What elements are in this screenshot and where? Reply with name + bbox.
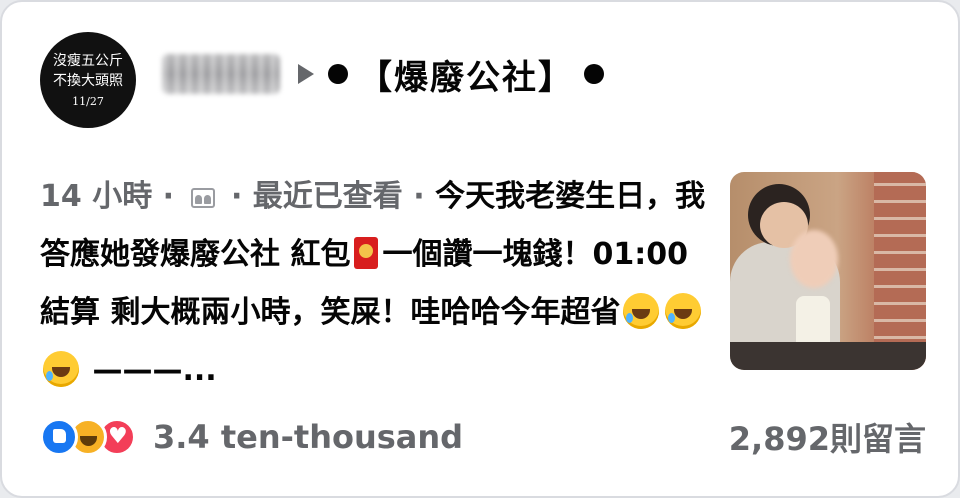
- photo-table: [730, 342, 926, 370]
- dot-left: [328, 64, 348, 84]
- like-icon: [40, 418, 78, 456]
- post-header: 【爆廢公社】: [162, 48, 604, 100]
- comment-count[interactable]: 2,892則留言: [729, 414, 926, 460]
- post-body-truncated[interactable]: ———...: [82, 353, 216, 388]
- post-card: 沒瘦五公斤 不換大頭照 11/27 【爆廢公社】 14 小時 · · 最近已查看…: [0, 0, 960, 498]
- meta-separator: ·: [220, 179, 253, 214]
- meta-separator: ·: [402, 179, 436, 214]
- red-envelope-icon: [354, 237, 379, 269]
- post-timestamp[interactable]: 14 小時: [40, 179, 152, 214]
- reaction-icons[interactable]: [40, 418, 136, 456]
- rolling-on-floor-laughing-icon: [623, 293, 660, 329]
- friends-icon: [190, 188, 215, 208]
- blurred-author-name[interactable]: [162, 54, 280, 94]
- avatar-text-date: 11/27: [72, 94, 104, 108]
- post-text: 14 小時 · · 最近已查看 · 今天我老婆生日，我答應她發爆廢公社 紅包 一個…: [40, 168, 712, 400]
- post-footer: 3.4 ten-thousand 2,892則留言: [40, 414, 926, 460]
- meta-separator: ·: [152, 179, 185, 214]
- post-photo[interactable]: [730, 172, 926, 370]
- group-name-link[interactable]: 【爆廢公社】: [358, 50, 574, 99]
- rolling-on-floor-laughing-icon: [43, 351, 79, 387]
- photo-brick-wall: [874, 172, 926, 370]
- avatar-text-line2: 不換大頭照: [53, 72, 123, 89]
- recently-seen-label: 最近已查看: [252, 179, 403, 214]
- caret-right-icon: [298, 64, 314, 84]
- rolling-on-floor-laughing-icon: [665, 293, 702, 329]
- dot-right: [584, 64, 604, 84]
- reaction-count[interactable]: 3.4 ten-thousand: [153, 418, 463, 456]
- photo-child-blurred: [790, 230, 838, 288]
- avatar-text-line1: 沒瘦五公斤: [53, 52, 123, 69]
- profile-avatar[interactable]: 沒瘦五公斤 不換大頭照 11/27: [40, 32, 136, 128]
